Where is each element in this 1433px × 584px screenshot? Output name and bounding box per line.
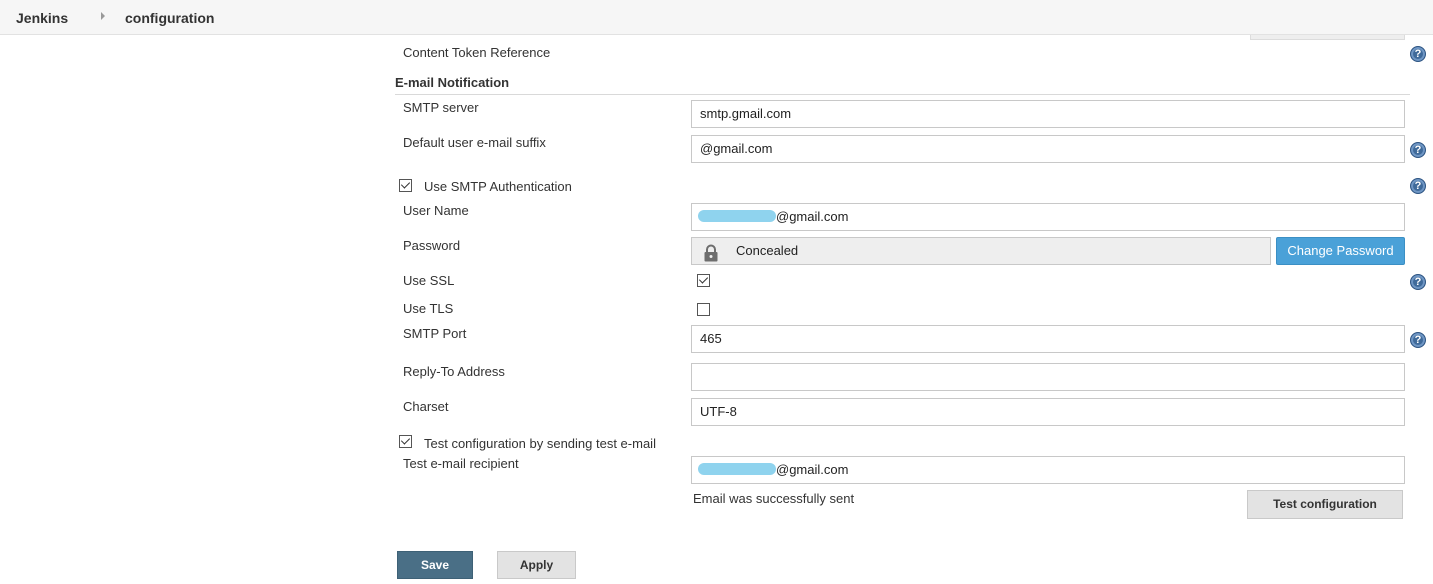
breadcrumb-configuration-link[interactable]: configuration [125,10,214,26]
test-configuration-button[interactable]: Test configuration [1247,490,1403,519]
partial-button-edge [1250,35,1405,40]
save-button[interactable]: Save [397,551,473,579]
test-recipient-domain: @gmail.com [776,462,849,477]
username-domain: @gmail.com [776,209,849,224]
use-smtp-auth-label: Use SMTP Authentication [424,179,572,194]
email-suffix-input[interactable]: @gmail.com [691,135,1405,163]
password-label: Password [403,238,461,253]
breadcrumb-jenkins-link[interactable]: Jenkins [16,10,68,26]
test-recipient-input[interactable]: @gmail.com [691,456,1405,484]
smtp-server-label: SMTP server [403,100,479,115]
apply-button[interactable]: Apply [497,551,576,579]
reply-to-input[interactable] [691,363,1405,391]
question-circle-icon[interactable]: ? [1410,178,1426,194]
use-smtp-auth-checkbox[interactable] [399,179,412,192]
use-tls-label: Use TLS [403,301,454,316]
reply-to-label: Reply-To Address [403,364,505,379]
lock-icon [704,244,718,262]
use-ssl-label: Use SSL [403,273,455,288]
chevron-right-icon [101,12,105,20]
charset-input[interactable]: UTF-8 [691,398,1405,426]
smtp-port-label: SMTP Port [403,326,467,341]
redacted-text [698,463,776,475]
question-circle-icon[interactable]: ? [1410,274,1426,290]
question-circle-icon[interactable]: ? [1410,142,1426,158]
status-message: Email was successfully sent [693,491,855,506]
question-circle-icon[interactable]: ? [1410,332,1426,348]
test-config-checkbox[interactable] [399,435,412,448]
question-circle-icon[interactable]: ? [1410,46,1426,62]
redacted-text [698,210,776,222]
section-title-email-notification: E-mail Notification [395,75,510,90]
password-concealed-text: Concealed [736,243,799,258]
email-suffix-label: Default user e-mail suffix [403,135,546,150]
use-ssl-checkbox[interactable] [697,274,710,287]
breadcrumb-bar: Jenkins configuration [0,0,1433,35]
section-divider [395,94,1410,95]
username-input[interactable]: @gmail.com [691,203,1405,231]
use-tls-checkbox[interactable] [697,303,710,316]
username-label: User Name [403,203,469,218]
content-token-reference-label: Content Token Reference [403,45,551,60]
test-recipient-label: Test e-mail recipient [403,456,519,471]
smtp-port-input[interactable]: 465 [691,325,1405,353]
change-password-button[interactable]: Change Password [1276,237,1405,265]
password-field: Concealed [691,237,1271,265]
charset-label: Charset [403,399,449,414]
test-config-label: Test configuration by sending test e-mai… [424,436,656,451]
smtp-server-input[interactable]: smtp.gmail.com [691,100,1405,128]
